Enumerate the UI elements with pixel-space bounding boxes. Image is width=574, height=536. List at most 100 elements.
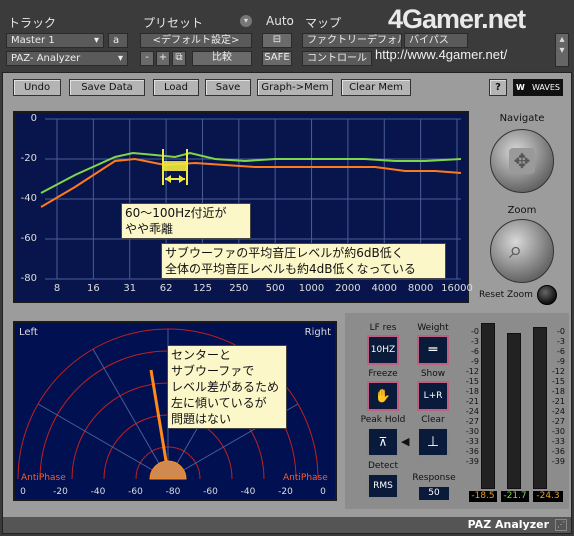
auto-window-icon[interactable]: ⊟ <box>262 33 292 48</box>
peak-hold-icon: ⊼ <box>378 435 388 449</box>
navigate-label: Navigate <box>499 113 545 124</box>
scope-x-tick-label: -60 <box>203 487 218 497</box>
meter-scale-left: -0 -3 -6 -9 -12 -15 -18 -21 -24 -27 -30 -33 -36 -39 <box>461 327 479 467</box>
resize-grip-icon[interactable]: ⋰ <box>555 519 567 531</box>
graph-to-mem-button[interactable]: Graph->Mem <box>257 79 333 96</box>
help-button[interactable]: ? <box>489 79 507 96</box>
hand-icon: ✋ <box>374 388 392 404</box>
meter-scale-label: -6 <box>557 347 565 356</box>
stereo-position-panel: Left Right AntiPhase AntiPhase 0 -20 -40 -6… <box>13 321 337 501</box>
detect-label: Detect <box>367 461 398 471</box>
stereo-position-needle <box>149 369 170 474</box>
navigate-knob[interactable]: ✥ <box>490 129 554 193</box>
scope-x-tick-label: 0 <box>20 487 26 497</box>
flat-weight-icon: ═ <box>428 342 438 358</box>
y-tick-label: -20 <box>20 153 37 164</box>
level-meter-1 <box>481 323 495 489</box>
move-arrows-icon: ✥ <box>509 148 535 174</box>
meter-scale-label: -9 <box>471 357 479 366</box>
meter-scale-label: -36 <box>551 447 565 456</box>
plugin-window: Undo Save Data Load Save Graph->Mem Clea… <box>2 72 572 534</box>
level-meter-2 <box>507 333 521 489</box>
x-tick-label: 125 <box>192 283 212 294</box>
peak-hold-button[interactable]: ⊼ <box>367 427 399 457</box>
compare-button[interactable]: 比較 <box>192 51 252 66</box>
bypass-button[interactable]: バイパス <box>404 33 468 48</box>
magnifier-icon: ⌕ <box>509 236 523 264</box>
needle-base <box>149 460 187 480</box>
watermark-url: http://www.4gamer.net/ <box>375 47 508 62</box>
track-channel-select[interactable]: a <box>108 33 128 48</box>
response-field[interactable]: 50 <box>419 487 449 500</box>
control-field[interactable]: コントロール <box>302 51 372 66</box>
scroll-arrows-icon[interactable]: ▴ ▾ <box>555 33 569 67</box>
scope-x-tick-label: -40 <box>240 487 256 497</box>
zoom-label: Zoom <box>507 205 537 216</box>
frequency-analyzer-panel: 0 -20 -40 -60 -80 8 16 31 62 125 250 500 1000 2000 40… <box>13 111 473 303</box>
meter-scale-label: -21 <box>465 397 479 406</box>
antiphase-right-label: AntiPhase <box>283 473 328 483</box>
load-button[interactable]: Load <box>153 79 199 96</box>
scope-x-tick-label: 0 <box>320 487 326 497</box>
meter-scale-label: -30 <box>551 427 565 436</box>
scope-right-label: Right <box>304 327 331 338</box>
x-tick-label: 500 <box>265 283 285 294</box>
detect-button[interactable]: RMS <box>367 473 399 499</box>
preset-menu-icon[interactable]: ▾ <box>240 15 252 27</box>
track-label: トラック <box>8 16 57 30</box>
scope-left-label: Left <box>19 327 38 338</box>
meter-scale-label: -27 <box>551 417 565 426</box>
factory-default-field[interactable]: ファクトリーデフォルト <box>302 33 402 48</box>
safe-button[interactable]: SAFE <box>262 51 292 66</box>
freeze-label: Freeze <box>368 369 398 379</box>
preset-plus-button[interactable]: + <box>156 51 170 66</box>
preset-select[interactable]: <デフォルト設定> <box>140 33 252 48</box>
peak-readout-1: -18.5 <box>469 491 497 502</box>
callout-scope: センターと サブウーファで レベル差があるため 左に傾いているが 問題はない <box>167 345 287 429</box>
weight-button[interactable]: ═ <box>417 335 449 365</box>
clear-peak-button[interactable]: ⊥ <box>417 427 449 457</box>
x-tick-label: 16000 <box>441 283 473 294</box>
show-button[interactable]: L+R <box>417 381 449 411</box>
clear-mem-button[interactable]: Clear Mem <box>341 79 411 96</box>
callout-scope-line3: レベル差があるため <box>171 380 280 394</box>
scope-x-tick-label: -40 <box>90 487 106 497</box>
meter-scale-label: -36 <box>465 447 479 456</box>
footer-title: PAZ Analyzer <box>467 518 549 531</box>
meter-scale-label: -3 <box>557 337 565 346</box>
callout-average-level: サブウーファの平均音圧レベルが約6dB低く 全体の平均音圧レベルも約4dB低くな… <box>161 243 446 279</box>
x-tick-label: 8000 <box>407 283 434 294</box>
save-button[interactable]: Save <box>205 79 251 96</box>
peak-readout-3: -24.3 <box>533 491 563 502</box>
meter-scale-label: -9 <box>557 357 565 366</box>
reset-zoom-button[interactable] <box>537 285 557 305</box>
scope-x-tick-label: -60 <box>128 487 143 497</box>
response-label: Response <box>412 473 456 483</box>
clear-label: Clear <box>421 415 445 425</box>
x-tick-label: 1000 <box>298 283 325 294</box>
save-data-button[interactable]: Save Data <box>69 79 145 96</box>
meter-scale-label: -21 <box>551 397 565 406</box>
lf-res-button[interactable]: 10HZ <box>367 335 399 365</box>
clear-peak-icon: ⊥ <box>426 434 440 450</box>
meter-scale-right: -0 -3 -6 -9 -12 -15 -18 -21 -24 -27 -30 -33 -36 -39 <box>547 327 565 467</box>
meter-scale-label: -0 <box>557 327 565 336</box>
x-tick-label: 4000 <box>371 283 397 294</box>
callout-low-line2: やや乖離 <box>125 222 174 236</box>
freeze-button[interactable]: ✋ <box>367 381 399 411</box>
track-name-select[interactable]: Master 1 ▾ <box>6 33 104 48</box>
copy-icon[interactable]: ⧉ <box>172 51 186 66</box>
preset-minus-button[interactable]: - <box>140 51 154 66</box>
x-tick-label: 62 <box>159 283 173 294</box>
plugin-select[interactable]: PAZ- Analyzer ▾ <box>6 51 128 66</box>
host-header: トラック プリセット ▾ Auto マップ Master 1 ▾ a PAZ- … <box>0 0 574 70</box>
meter-scale-label: -33 <box>551 437 565 446</box>
zoom-knob[interactable]: ⌕ <box>490 219 554 283</box>
level-meter-3 <box>533 327 547 489</box>
meter-scale-label: -12 <box>465 367 479 376</box>
callout-scope-line4: 左に傾いているが <box>171 396 267 410</box>
y-tick-label: -40 <box>20 193 37 204</box>
meter-scale-label: -0 <box>471 327 479 336</box>
callout-scope-line2: サブウーファで <box>171 364 255 378</box>
undo-button[interactable]: Undo <box>13 79 61 96</box>
